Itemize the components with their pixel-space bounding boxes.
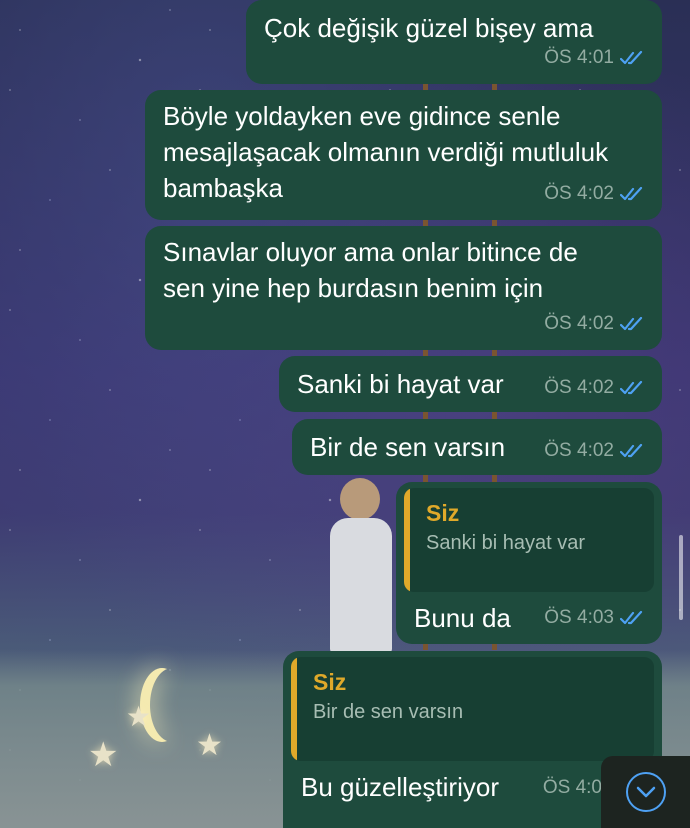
message-meta: ÖS 4:01 bbox=[544, 40, 646, 76]
message-time: ÖS 4:01 bbox=[544, 47, 614, 68]
double-check-icon bbox=[620, 380, 643, 395]
message-meta: ÖS 4:0 bbox=[543, 770, 602, 806]
message-meta: ÖS 4:02 bbox=[544, 433, 646, 469]
message-bubble[interactable]: Böyle yoldayken eve gidince senle mesajl… bbox=[145, 90, 662, 220]
message-meta: ÖS 4:02 bbox=[544, 176, 646, 212]
chevron-down-icon bbox=[625, 772, 666, 812]
double-check-icon bbox=[620, 186, 643, 201]
message-bubble[interactable]: Sınavlar oluyor ama onlar bitince de sen… bbox=[145, 226, 662, 350]
message-meta: ÖS 4:02 bbox=[544, 370, 646, 406]
message-time: ÖS 4:0 bbox=[542, 777, 602, 798]
quoted-text: Bir de sen varsın bbox=[313, 701, 464, 723]
message-list[interactable]: Çok değişik güzel bişey ama ÖS 4:01 Böyl… bbox=[0, 0, 690, 828]
quoted-author: Siz bbox=[313, 669, 347, 695]
quoted-text: Sanki bi hayat var bbox=[426, 532, 585, 554]
double-check-icon bbox=[620, 610, 643, 625]
message-text-line: mesajlaşacak olmanın verdiği mutluluk bbox=[163, 137, 609, 167]
message-meta: ÖS 4:03 bbox=[544, 600, 646, 636]
scrollbar-thumb[interactable] bbox=[679, 535, 683, 620]
message-time: ÖS 4:02 bbox=[544, 440, 614, 461]
message-time: ÖS 4:03 bbox=[544, 607, 614, 628]
message-bubble[interactable]: Sanki bi hayat var ÖS 4:02 bbox=[279, 356, 662, 412]
quoted-message[interactable]: Siz Sanki bi hayat var bbox=[404, 488, 654, 592]
double-check-icon bbox=[620, 50, 643, 65]
message-time: ÖS 4:02 bbox=[544, 183, 614, 204]
double-check-icon bbox=[620, 316, 643, 331]
message-meta: ÖS 4:02 bbox=[544, 306, 646, 342]
message-text-line: Böyle yoldayken eve gidince senle bbox=[163, 101, 561, 131]
message-bubble[interactable]: Siz Sanki bi hayat var Bunu da ÖS 4:03 bbox=[396, 482, 662, 644]
double-check-icon bbox=[620, 443, 643, 458]
message-time: ÖS 4:02 bbox=[544, 377, 614, 398]
quoted-author: Siz bbox=[426, 500, 460, 526]
message-bubble[interactable]: Çok değişik güzel bişey ama ÖS 4:01 bbox=[246, 0, 662, 84]
message-text-line: Sınavlar oluyor ama onlar bitince de bbox=[163, 237, 578, 267]
message-bubble[interactable]: Bir de sen varsın ÖS 4:02 bbox=[292, 419, 662, 475]
message-text-line: sen yine hep burdasın benim için bbox=[163, 273, 544, 303]
message-time: ÖS 4:02 bbox=[544, 313, 614, 334]
scroll-to-bottom-button[interactable] bbox=[601, 756, 690, 828]
quoted-message[interactable]: Siz Bir de sen varsın bbox=[291, 657, 654, 761]
